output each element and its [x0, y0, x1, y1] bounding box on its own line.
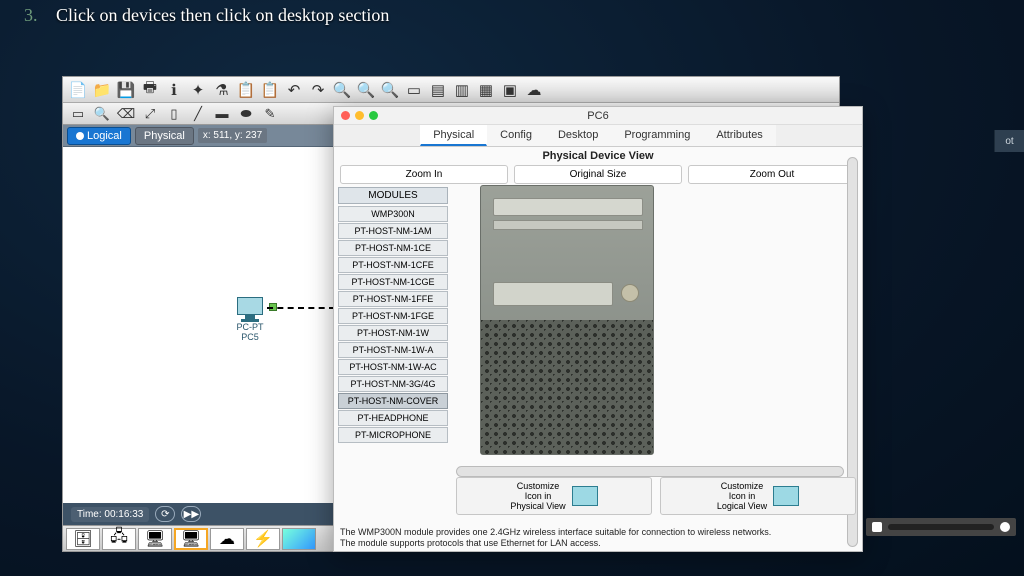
- instruction-text: Click on devices then click on desktop s…: [56, 5, 389, 26]
- zoom-reset-icon[interactable]: 🔍: [381, 81, 399, 99]
- notes-icon[interactable]: ▤: [429, 81, 447, 99]
- grid-icon[interactable]: ▦: [477, 81, 495, 99]
- front-panel: [493, 282, 613, 306]
- palette-misc-icon[interactable]: [282, 528, 316, 550]
- module-item[interactable]: PT-HOST-NM-1W: [338, 325, 448, 341]
- customize-physical-button[interactable]: Customize Icon in Physical View: [456, 477, 652, 515]
- palette-cloud-icon[interactable]: ☁: [210, 528, 244, 550]
- tab-programming[interactable]: Programming: [611, 125, 703, 146]
- palette-icon[interactable]: ▭: [405, 81, 423, 99]
- redo-icon[interactable]: ↷: [309, 81, 327, 99]
- physical-view-header: Physical Device View: [334, 147, 862, 163]
- line-icon[interactable]: ╱: [189, 106, 207, 122]
- maximize-icon[interactable]: [369, 111, 378, 120]
- original-size-button[interactable]: Original Size: [514, 165, 682, 184]
- logical-view-button[interactable]: Logical: [67, 127, 131, 145]
- device-tabs: Physical Config Desktop Programming Attr…: [334, 125, 862, 147]
- module-item[interactable]: PT-HOST-NM-1FGE: [338, 308, 448, 324]
- module-item[interactable]: PT-MICROPHONE: [338, 427, 448, 443]
- delete-tag-icon[interactable]: ⌫: [117, 106, 135, 122]
- tab-config[interactable]: Config: [487, 125, 545, 146]
- window-controls: [334, 107, 862, 125]
- fast-forward-icon[interactable]: ▶▶: [181, 506, 201, 522]
- freeform-icon[interactable]: ✎: [261, 106, 279, 122]
- print-icon[interactable]: 🖶: [141, 81, 159, 99]
- paste-icon[interactable]: 📋: [261, 81, 279, 99]
- flask-icon[interactable]: ⚗: [213, 81, 231, 99]
- optical-drive: [493, 198, 643, 216]
- palette-enddevice-icon[interactable]: 🖥: [174, 528, 208, 550]
- zoom-controls: Zoom In Original Size Zoom Out: [334, 163, 862, 186]
- zoom-in-icon[interactable]: 🔍: [333, 81, 351, 99]
- physical-view-button[interactable]: Physical: [135, 127, 194, 145]
- cloud-icon[interactable]: ☁: [525, 81, 543, 99]
- resize-icon[interactable]: ⤢: [141, 106, 159, 122]
- palette-router-icon[interactable]: 🗄: [66, 528, 100, 550]
- palette-hub-icon[interactable]: 🖥: [138, 528, 172, 550]
- zoom-out-button[interactable]: Zoom Out: [688, 165, 856, 184]
- power-cycle-icon[interactable]: ⟳: [155, 506, 175, 522]
- device-name-label: PC5: [235, 332, 265, 342]
- front-grill: [481, 320, 653, 454]
- new-file-icon[interactable]: 📄: [69, 81, 87, 99]
- rect-icon[interactable]: ▬: [213, 106, 231, 122]
- open-folder-icon[interactable]: 📁: [93, 81, 111, 99]
- module-item[interactable]: PT-HOST-NM-1AM: [338, 223, 448, 239]
- pc-tower[interactable]: [480, 185, 654, 455]
- slide-number: 3.: [24, 5, 38, 26]
- copy-icon[interactable]: 📋: [237, 81, 255, 99]
- tab-physical[interactable]: Physical: [420, 125, 487, 146]
- ellipse-icon[interactable]: ⬬: [237, 106, 255, 122]
- device-pc5[interactable]: PC-PT PC5: [235, 297, 265, 342]
- zoom-out-icon[interactable]: 🔍: [357, 81, 375, 99]
- module-item[interactable]: PT-HOST-NM-COVER: [338, 393, 448, 409]
- monitor-icon: [773, 486, 799, 506]
- customize-logical-label: Customize Icon in Logical View: [717, 481, 767, 511]
- magnify-icon[interactable]: 🔍: [93, 106, 111, 122]
- customize-physical-label: Customize Icon in Physical View: [510, 481, 565, 511]
- modules-header: MODULES: [338, 187, 448, 204]
- palette-connection-icon[interactable]: ⚡: [246, 528, 280, 550]
- minimize-icon[interactable]: [355, 111, 364, 120]
- device-type-label: PC-PT: [235, 322, 265, 332]
- logical-label: Logical: [87, 130, 122, 142]
- palette-switch-icon[interactable]: 🖧: [102, 528, 136, 550]
- drive-bay: [493, 220, 643, 230]
- select-rect-icon[interactable]: ▭: [69, 106, 87, 122]
- module-item[interactable]: PT-HOST-NM-1CGE: [338, 274, 448, 290]
- sim-time: Time: 00:16:33: [71, 507, 149, 522]
- module-item[interactable]: PT-HOST-NM-1CE: [338, 240, 448, 256]
- close-icon[interactable]: [341, 111, 350, 120]
- module-description: The WMP300N module provides one 2.4GHz w…: [340, 527, 772, 550]
- physical-label: Physical: [144, 130, 185, 142]
- module-item[interactable]: PT-HOST-NM-1W-A: [338, 342, 448, 358]
- cursor-coords: x: 511, y: 237: [198, 128, 267, 143]
- layout-icon[interactable]: ▣: [501, 81, 519, 99]
- module-item[interactable]: PT-HEADPHONE: [338, 410, 448, 426]
- save-icon[interactable]: 💾: [117, 81, 135, 99]
- module-item[interactable]: PT-HOST-NM-1CFE: [338, 257, 448, 273]
- zoom-in-button[interactable]: Zoom In: [340, 165, 508, 184]
- module-item[interactable]: WMP300N: [338, 206, 448, 222]
- module-item[interactable]: PT-HOST-NM-1W-AC: [338, 359, 448, 375]
- power-button[interactable]: [621, 284, 639, 302]
- horizontal-scrollbar[interactable]: [456, 466, 844, 477]
- device-strip-stub: [866, 518, 1016, 536]
- module-item[interactable]: PT-HOST-NM-3G/4G: [338, 376, 448, 392]
- note-icon[interactable]: ▯: [165, 106, 183, 122]
- tab-attributes[interactable]: Attributes: [703, 125, 775, 146]
- list-icon[interactable]: ▥: [453, 81, 471, 99]
- monitor-icon: [572, 486, 598, 506]
- device-config-window: PC6 Physical Config Desktop Programming …: [333, 106, 863, 552]
- undo-icon[interactable]: ↶: [285, 81, 303, 99]
- module-item[interactable]: PT-HOST-NM-1FFE: [338, 291, 448, 307]
- customize-logical-button[interactable]: Customize Icon in Logical View: [660, 477, 856, 515]
- root-right-stub: ot: [994, 130, 1024, 152]
- modules-panel: MODULES WMP300NPT-HOST-NM-1AMPT-HOST-NM-…: [334, 185, 452, 551]
- wizard-icon[interactable]: ✦: [189, 81, 207, 99]
- info-icon[interactable]: ℹ: [165, 81, 183, 99]
- tab-desktop[interactable]: Desktop: [545, 125, 611, 146]
- main-toolbar: 📄 📁 💾 🖶 ℹ ✦ ⚗ 📋 📋 ↶ ↷ 🔍 🔍 🔍 ▭ ▤ ▥ ▦ ▣ ☁: [63, 77, 839, 103]
